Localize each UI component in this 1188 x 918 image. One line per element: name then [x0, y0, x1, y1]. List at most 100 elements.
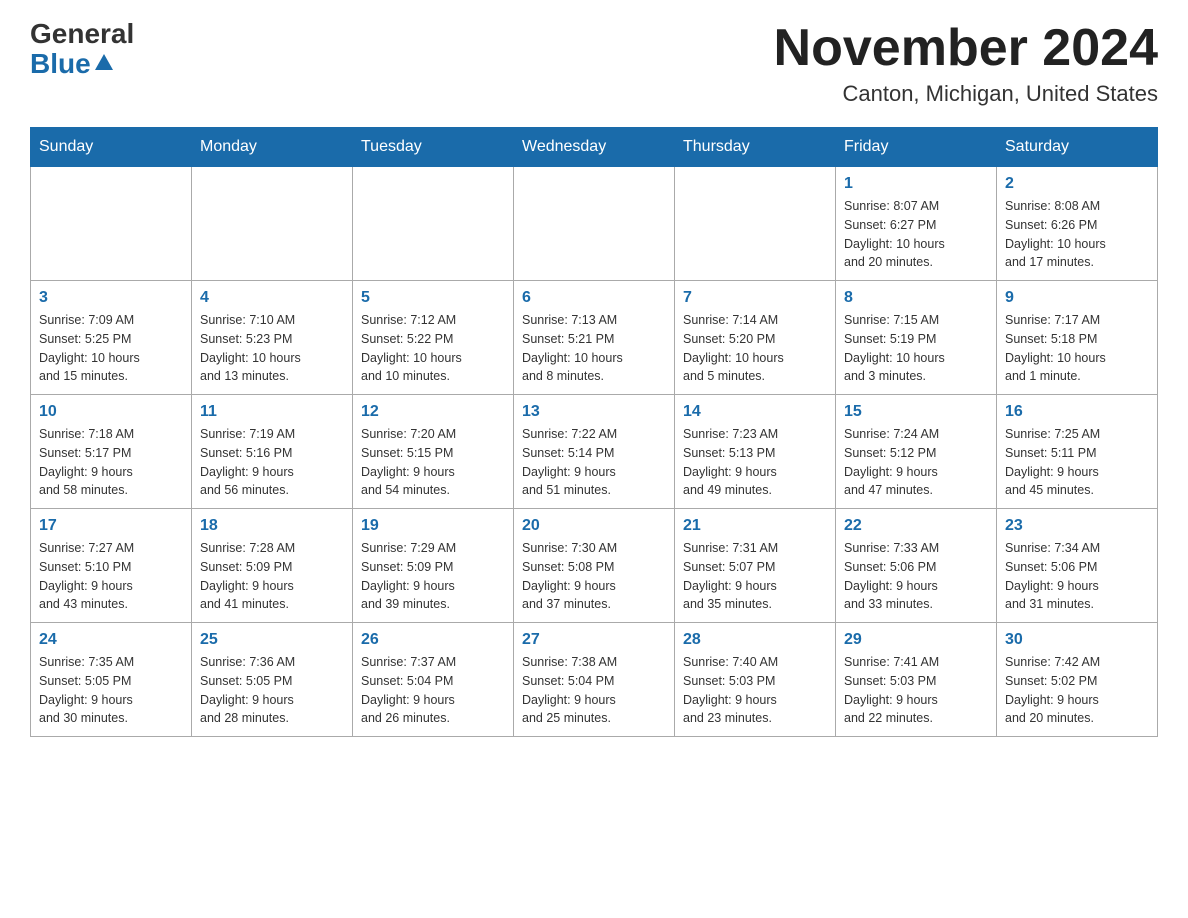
day-info: Sunrise: 7:15 AM Sunset: 5:19 PM Dayligh…: [844, 311, 988, 386]
day-info: Sunrise: 7:28 AM Sunset: 5:09 PM Dayligh…: [200, 539, 344, 614]
col-header-thursday: Thursday: [675, 128, 836, 167]
day-number: 19: [361, 517, 505, 535]
day-number: 2: [1005, 175, 1149, 193]
day-number: 9: [1005, 289, 1149, 307]
day-info: Sunrise: 7:38 AM Sunset: 5:04 PM Dayligh…: [522, 653, 666, 728]
col-header-tuesday: Tuesday: [353, 128, 514, 167]
day-info: Sunrise: 7:12 AM Sunset: 5:22 PM Dayligh…: [361, 311, 505, 386]
day-number: 6: [522, 289, 666, 307]
day-info: Sunrise: 7:10 AM Sunset: 5:23 PM Dayligh…: [200, 311, 344, 386]
calendar-cell: 17 Sunrise: 7:27 AM Sunset: 5:10 PM Dayli…: [31, 509, 192, 623]
day-info: Sunrise: 7:35 AM Sunset: 5:05 PM Dayligh…: [39, 653, 183, 728]
calendar-cell: 24 Sunrise: 7:35 AM Sunset: 5:05 PM Dayli…: [31, 623, 192, 737]
day-info: Sunrise: 7:25 AM Sunset: 5:11 PM Dayligh…: [1005, 425, 1149, 500]
logo-blue-text: Blue: [30, 48, 91, 80]
calendar-cell: [514, 167, 675, 281]
day-number: 8: [844, 289, 988, 307]
day-info: Sunrise: 7:22 AM Sunset: 5:14 PM Dayligh…: [522, 425, 666, 500]
day-number: 13: [522, 403, 666, 421]
day-number: 24: [39, 631, 183, 649]
calendar-cell: 6 Sunrise: 7:13 AM Sunset: 5:21 PM Daylig…: [514, 281, 675, 395]
day-number: 18: [200, 517, 344, 535]
day-info: Sunrise: 7:27 AM Sunset: 5:10 PM Dayligh…: [39, 539, 183, 614]
day-number: 30: [1005, 631, 1149, 649]
calendar-cell: 11Sunrise: 7:19 AM Sunset: 5:16 PM Dayli…: [192, 395, 353, 509]
col-header-friday: Friday: [836, 128, 997, 167]
calendar-cell: 18 Sunrise: 7:28 AM Sunset: 5:09 PM Dayli…: [192, 509, 353, 623]
day-number: 10: [39, 403, 183, 421]
week-row-1: 1Sunrise: 8:07 AM Sunset: 6:27 PM Daylig…: [31, 167, 1158, 281]
calendar-cell: 13 Sunrise: 7:22 AM Sunset: 5:14 PM Dayli…: [514, 395, 675, 509]
day-info: Sunrise: 7:34 AM Sunset: 5:06 PM Dayligh…: [1005, 539, 1149, 614]
calendar-cell: 25Sunrise: 7:36 AM Sunset: 5:05 PM Dayli…: [192, 623, 353, 737]
day-info: Sunrise: 7:19 AM Sunset: 5:16 PM Dayligh…: [200, 425, 344, 500]
day-number: 14: [683, 403, 827, 421]
day-number: 23: [1005, 517, 1149, 535]
month-title: November 2024: [774, 20, 1158, 77]
calendar-cell: 10 Sunrise: 7:18 AM Sunset: 5:17 PM Dayli…: [31, 395, 192, 509]
day-number: 26: [361, 631, 505, 649]
day-info: Sunrise: 7:37 AM Sunset: 5:04 PM Dayligh…: [361, 653, 505, 728]
calendar-cell: 20Sunrise: 7:30 AM Sunset: 5:08 PM Dayli…: [514, 509, 675, 623]
day-info: Sunrise: 7:13 AM Sunset: 5:21 PM Dayligh…: [522, 311, 666, 386]
calendar-cell: 5 Sunrise: 7:12 AM Sunset: 5:22 PM Daylig…: [353, 281, 514, 395]
calendar-cell: [675, 167, 836, 281]
calendar-cell: 9 Sunrise: 7:17 AM Sunset: 5:18 PM Daylig…: [997, 281, 1158, 395]
calendar-cell: 4Sunrise: 7:10 AM Sunset: 5:23 PM Daylig…: [192, 281, 353, 395]
page-header: General Blue November 2024 Canton, Michi…: [30, 20, 1158, 107]
day-number: 28: [683, 631, 827, 649]
day-info: Sunrise: 8:08 AM Sunset: 6:26 PM Dayligh…: [1005, 197, 1149, 272]
logo-general-text: General: [30, 20, 134, 48]
calendar-cell: 15Sunrise: 7:24 AM Sunset: 5:12 PM Dayli…: [836, 395, 997, 509]
col-header-saturday: Saturday: [997, 128, 1158, 167]
calendar-cell: 27 Sunrise: 7:38 AM Sunset: 5:04 PM Dayli…: [514, 623, 675, 737]
col-header-monday: Monday: [192, 128, 353, 167]
day-number: 7: [683, 289, 827, 307]
day-number: 27: [522, 631, 666, 649]
day-number: 5: [361, 289, 505, 307]
logo: General Blue: [30, 20, 134, 80]
week-row-5: 24 Sunrise: 7:35 AM Sunset: 5:05 PM Dayli…: [31, 623, 1158, 737]
col-header-wednesday: Wednesday: [514, 128, 675, 167]
day-number: 22: [844, 517, 988, 535]
calendar-cell: 2 Sunrise: 8:08 AM Sunset: 6:26 PM Daylig…: [997, 167, 1158, 281]
week-row-3: 10 Sunrise: 7:18 AM Sunset: 5:17 PM Dayli…: [31, 395, 1158, 509]
day-info: Sunrise: 7:33 AM Sunset: 5:06 PM Dayligh…: [844, 539, 988, 614]
day-number: 15: [844, 403, 988, 421]
week-row-4: 17 Sunrise: 7:27 AM Sunset: 5:10 PM Dayli…: [31, 509, 1158, 623]
calendar-cell: [31, 167, 192, 281]
day-info: Sunrise: 7:31 AM Sunset: 5:07 PM Dayligh…: [683, 539, 827, 614]
day-number: 21: [683, 517, 827, 535]
calendar-cell: 29 Sunrise: 7:41 AM Sunset: 5:03 PM Dayli…: [836, 623, 997, 737]
calendar-cell: 12Sunrise: 7:20 AM Sunset: 5:15 PM Dayli…: [353, 395, 514, 509]
calendar-table: SundayMondayTuesdayWednesdayThursdayFrid…: [30, 127, 1158, 737]
day-info: Sunrise: 7:17 AM Sunset: 5:18 PM Dayligh…: [1005, 311, 1149, 386]
day-info: Sunrise: 7:09 AM Sunset: 5:25 PM Dayligh…: [39, 311, 183, 386]
calendar-cell: 23 Sunrise: 7:34 AM Sunset: 5:06 PM Dayli…: [997, 509, 1158, 623]
calendar-cell: [192, 167, 353, 281]
day-info: Sunrise: 7:18 AM Sunset: 5:17 PM Dayligh…: [39, 425, 183, 500]
day-info: Sunrise: 7:36 AM Sunset: 5:05 PM Dayligh…: [200, 653, 344, 728]
day-info: Sunrise: 7:14 AM Sunset: 5:20 PM Dayligh…: [683, 311, 827, 386]
calendar-cell: 3 Sunrise: 7:09 AM Sunset: 5:25 PM Daylig…: [31, 281, 192, 395]
day-number: 17: [39, 517, 183, 535]
week-row-2: 3 Sunrise: 7:09 AM Sunset: 5:25 PM Daylig…: [31, 281, 1158, 395]
col-header-sunday: Sunday: [31, 128, 192, 167]
day-info: Sunrise: 7:40 AM Sunset: 5:03 PM Dayligh…: [683, 653, 827, 728]
day-number: 29: [844, 631, 988, 649]
day-info: Sunrise: 7:23 AM Sunset: 5:13 PM Dayligh…: [683, 425, 827, 500]
calendar-cell: 28 Sunrise: 7:40 AM Sunset: 5:03 PM Dayli…: [675, 623, 836, 737]
day-info: Sunrise: 8:07 AM Sunset: 6:27 PM Dayligh…: [844, 197, 988, 272]
day-number: 16: [1005, 403, 1149, 421]
day-info: Sunrise: 7:42 AM Sunset: 5:02 PM Dayligh…: [1005, 653, 1149, 728]
calendar-cell: 1Sunrise: 8:07 AM Sunset: 6:27 PM Daylig…: [836, 167, 997, 281]
location-title: Canton, Michigan, United States: [774, 81, 1158, 107]
day-info: Sunrise: 7:29 AM Sunset: 5:09 PM Dayligh…: [361, 539, 505, 614]
day-info: Sunrise: 7:41 AM Sunset: 5:03 PM Dayligh…: [844, 653, 988, 728]
day-number: 3: [39, 289, 183, 307]
calendar-cell: 26 Sunrise: 7:37 AM Sunset: 5:04 PM Dayli…: [353, 623, 514, 737]
title-section: November 2024 Canton, Michigan, United S…: [774, 20, 1158, 107]
calendar-cell: 14 Sunrise: 7:23 AM Sunset: 5:13 PM Dayli…: [675, 395, 836, 509]
logo-triangle-icon: [93, 52, 115, 74]
calendar-cell: 8 Sunrise: 7:15 AM Sunset: 5:19 PM Daylig…: [836, 281, 997, 395]
